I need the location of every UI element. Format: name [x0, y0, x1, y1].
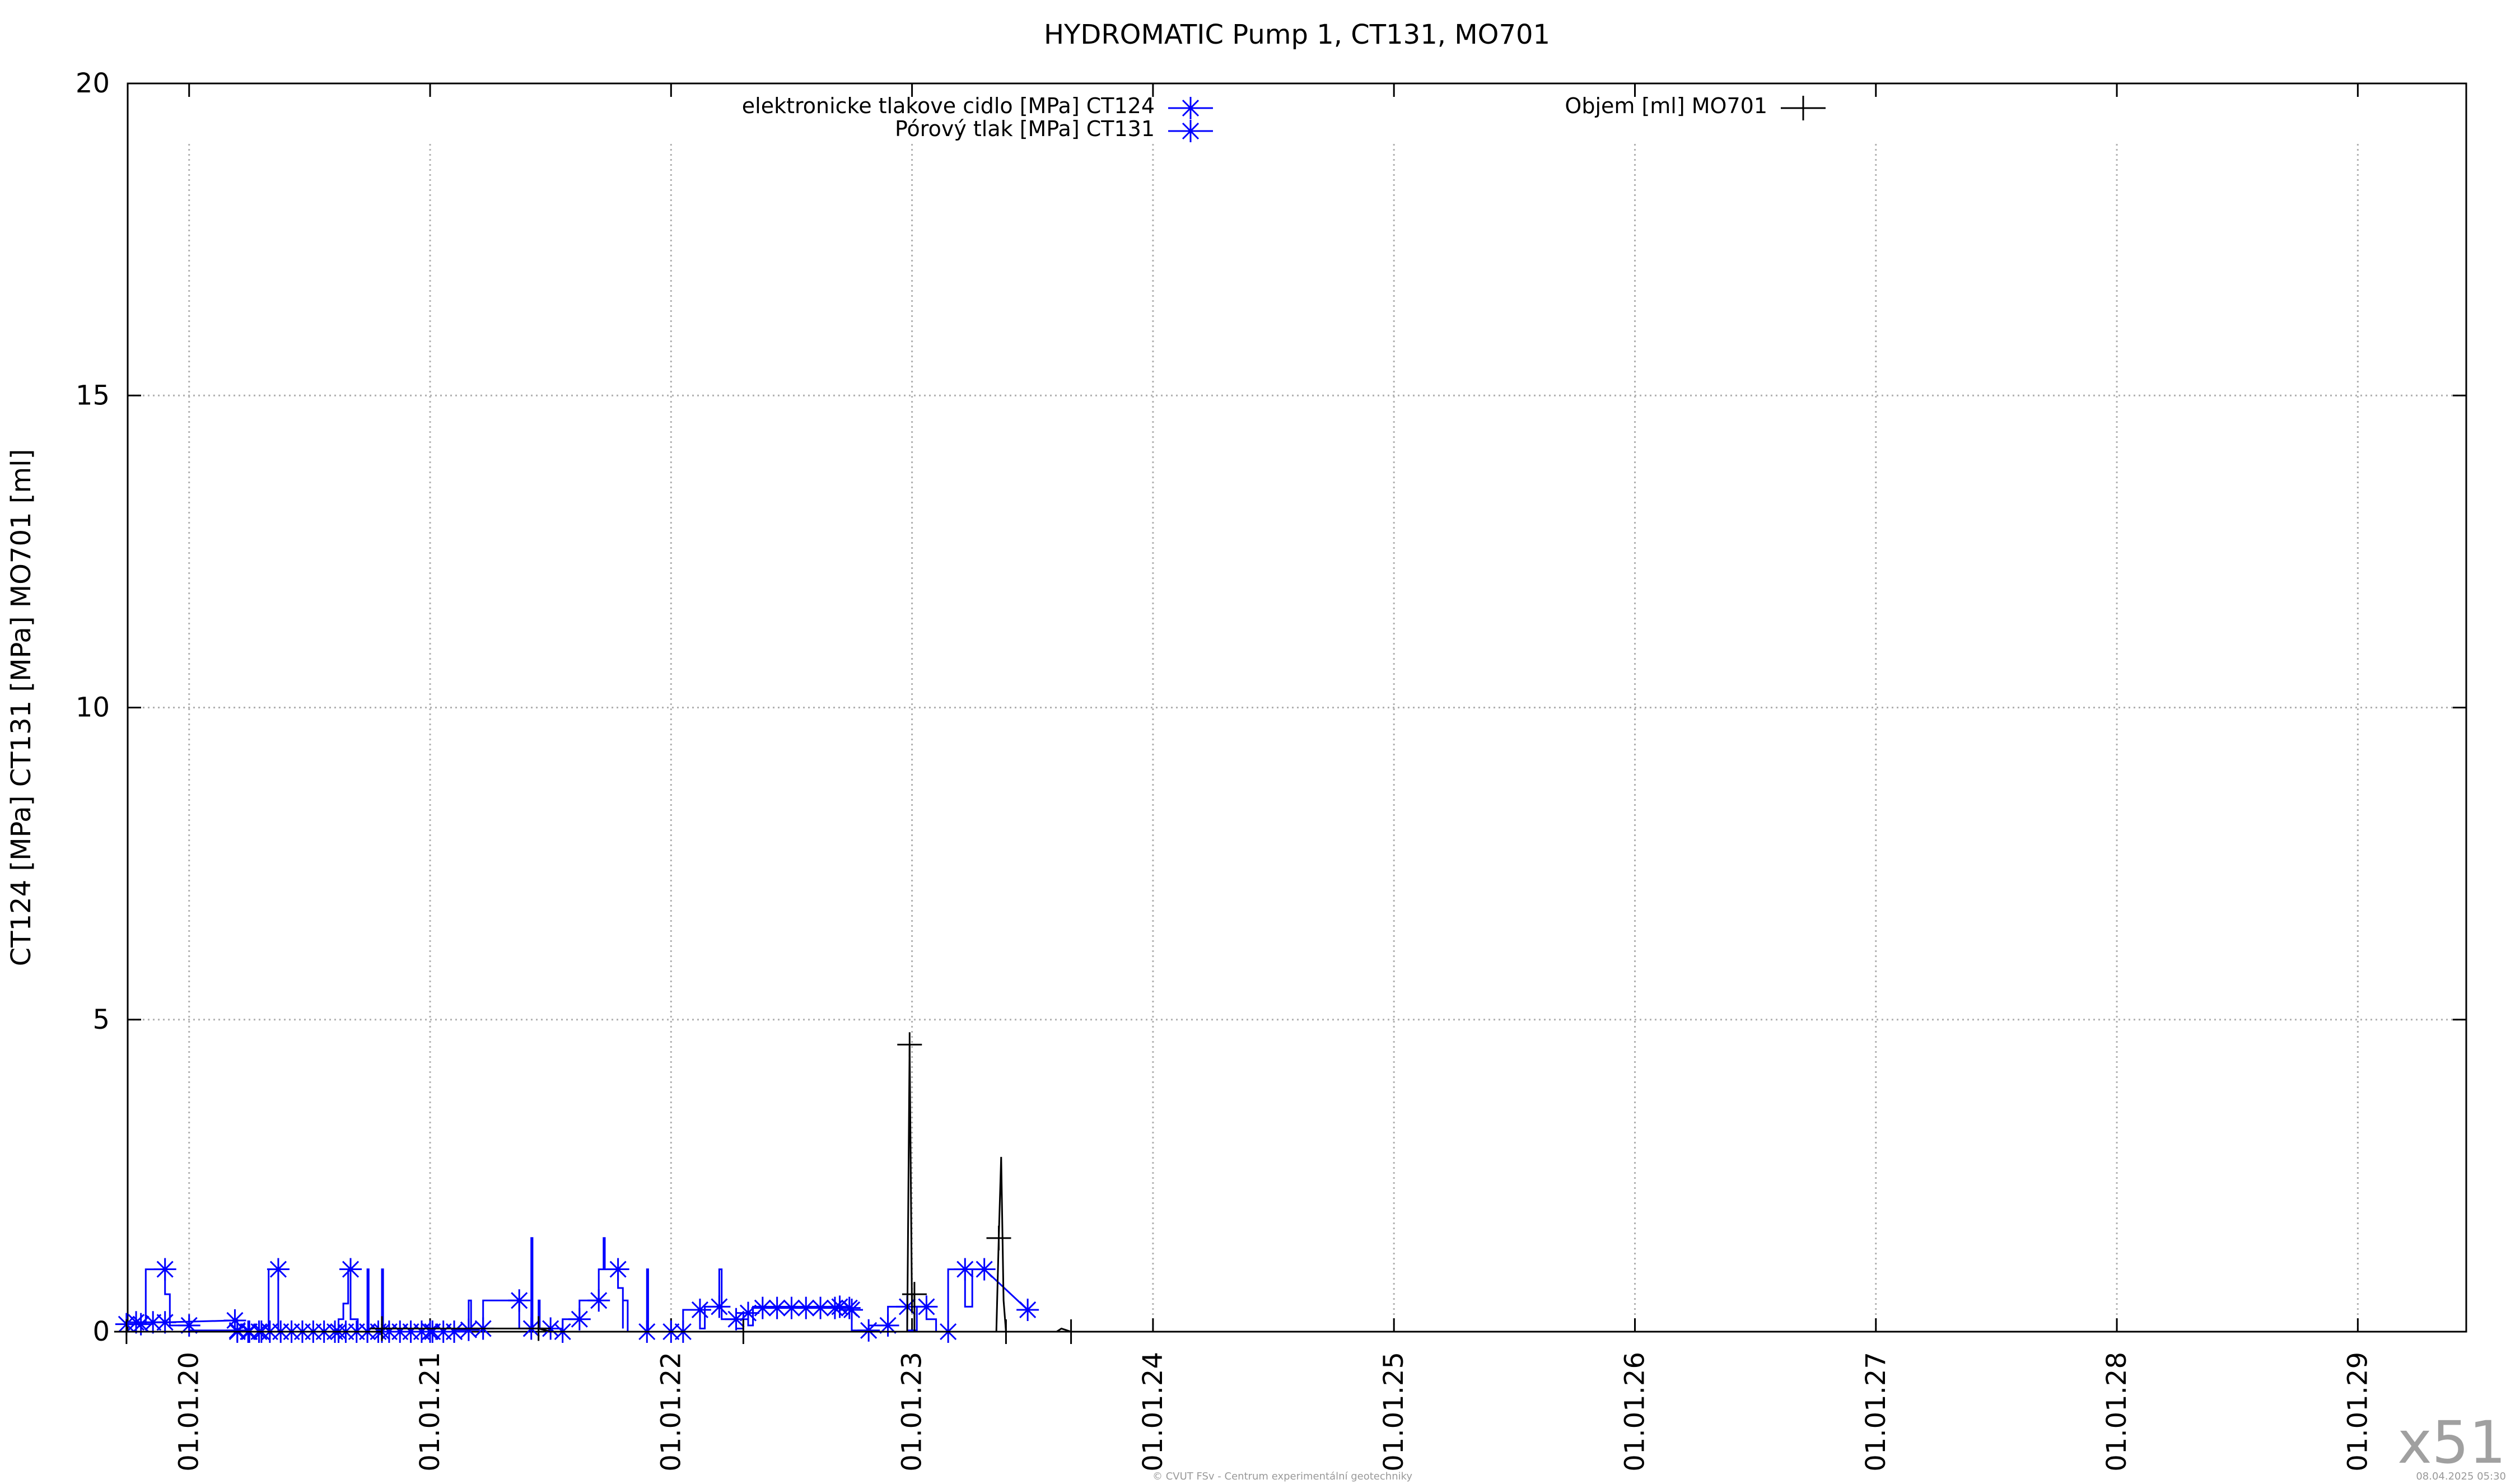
tick-layer: 0 5 10 15 20 01.01.20 01.01.21 01.01.22 01.01.23…	[76, 68, 2466, 1472]
data-point	[986, 1225, 1011, 1250]
corner-badge: x51	[2397, 1408, 2506, 1477]
chart-title: HYDROMATIC Pump 1, CT131, MO701	[1044, 19, 1550, 50]
data-point	[915, 1295, 938, 1318]
y-tick-label: 0	[92, 1316, 110, 1347]
data-point	[897, 1032, 922, 1057]
data-point	[973, 1258, 996, 1281]
legend-background	[129, 85, 2465, 143]
footer-copyright: © CVUT FSv - Centrum experimentální geot…	[1152, 1471, 1412, 1482]
chart-svg: 0 5 10 15 20 01.01.20 01.01.21 01.01.22 01.01.23…	[6, 19, 2506, 1482]
legend-marker	[1179, 97, 1202, 119]
data-point	[339, 1258, 362, 1281]
y-tick-label: 10	[76, 692, 110, 724]
grid-layer	[128, 83, 2466, 1332]
x-tick-label: 01.01.26	[1619, 1352, 1650, 1472]
legend-label: elektronicke tlakove cidlo [MPa] CT124	[742, 94, 1155, 118]
x-tick-label: 01.01.29	[2342, 1352, 2373, 1472]
x-tick-label: 01.01.23	[897, 1352, 928, 1472]
y-tick-label: 5	[92, 1004, 110, 1035]
data-point	[857, 1319, 880, 1342]
data-point	[587, 1289, 610, 1312]
data-point	[178, 1314, 200, 1337]
x-tick-label: 01.01.21	[414, 1352, 446, 1472]
series-2	[115, 1237, 1039, 1343]
data-point	[267, 1258, 290, 1281]
data-point	[1058, 1319, 1084, 1344]
data-point	[688, 1298, 711, 1321]
data-point	[731, 1319, 756, 1344]
data-point	[737, 1301, 760, 1324]
data-point	[443, 1320, 466, 1343]
data-point	[954, 1258, 977, 1281]
data-point	[876, 1314, 899, 1337]
legend-label: Pórový tlak [MPa] CT131	[895, 116, 1155, 141]
data-point	[1016, 1298, 1039, 1321]
data-point	[838, 1296, 861, 1319]
series-layer	[114, 1032, 1084, 1344]
data-point	[508, 1289, 531, 1312]
data-point	[606, 1258, 629, 1281]
data-point	[568, 1308, 591, 1331]
x-tick-label: 01.01.27	[1860, 1352, 1892, 1472]
x-tick-label: 01.01.25	[1378, 1352, 1410, 1472]
data-point	[708, 1295, 731, 1318]
legend-label: Objem [ml] MO701	[1565, 94, 1767, 118]
data-point	[526, 1316, 551, 1341]
data-point	[153, 1311, 176, 1334]
x-tick-label: 01.01.24	[1137, 1352, 1169, 1472]
data-point	[153, 1258, 176, 1281]
x-tick-label: 01.01.20	[174, 1352, 205, 1472]
x-tick-label: 01.01.22	[655, 1352, 687, 1472]
x-tick-label: 01.01.28	[2101, 1352, 2132, 1472]
y-tick-label: 20	[76, 68, 110, 99]
legend-marker	[1179, 120, 1202, 142]
y-axis-label: CT124 [MPa] CT131 [MPa] MO701 [ml]	[6, 449, 37, 967]
y-tick-label: 15	[76, 380, 110, 411]
